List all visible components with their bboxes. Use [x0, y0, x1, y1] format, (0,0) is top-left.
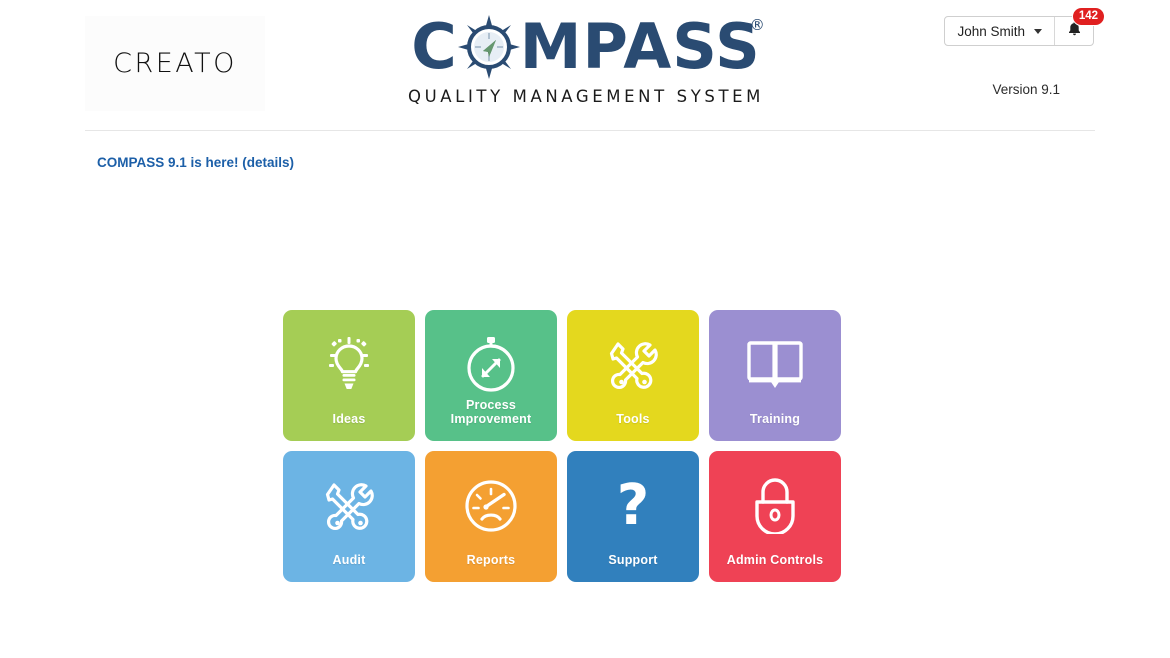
open-book-icon [747, 336, 803, 394]
compass-wordmark: C MPASS ® [411, 10, 765, 83]
gauge-icon [464, 477, 518, 535]
tile-support[interactable]: ? Support [567, 451, 699, 582]
tile-label: Admin Controls [726, 553, 824, 567]
tools-icon [606, 336, 660, 394]
notifications-button[interactable]: 142 [1055, 7, 1105, 45]
tile-ideas[interactable]: Ideas [283, 310, 415, 441]
tile-label: Process Improvement [450, 398, 532, 426]
tile-admin-controls[interactable]: Admin Controls [709, 451, 841, 582]
question-mark-icon: ? [616, 472, 650, 538]
tile-label: Reports [466, 553, 516, 567]
compass-rose-icon [457, 15, 520, 79]
tile-label: Ideas [332, 412, 366, 426]
user-name-label: John Smith [957, 23, 1025, 39]
compass-wordmark-prefix: C [411, 10, 458, 83]
tile-training[interactable]: Training [709, 310, 841, 441]
chevron-down-icon [1034, 28, 1042, 34]
module-tile-grid: Ideas Process Improvement Tools Training… [283, 310, 841, 582]
user-menu-button[interactable]: John Smith [945, 17, 1055, 45]
tile-reports[interactable]: Reports [425, 451, 557, 582]
compass-logo: C MPASS ® QUALITY MANAGEMENT SYSTEM [396, 12, 776, 112]
tile-label: Training [749, 412, 801, 426]
stopwatch-arrow-icon [464, 336, 518, 394]
creato-logo-text: CREATO [113, 48, 237, 79]
tile-audit[interactable]: Audit [283, 451, 415, 582]
tile-label: Tools [616, 412, 650, 426]
padlock-icon [751, 477, 799, 535]
tools-icon [322, 477, 376, 535]
compass-wordmark-suffix: MPASS [519, 10, 761, 83]
user-area: John Smith 142 [944, 7, 1105, 46]
header-divider [85, 130, 1095, 131]
tile-label: Audit [332, 553, 366, 567]
app-page: CREATO C MPASS ® QUALITY MANAGEMENT SYST… [0, 0, 1170, 658]
compass-tagline: QUALITY MANAGEMENT SYSTEM [408, 87, 764, 106]
user-bar: John Smith 142 [944, 7, 1105, 46]
tile-label: Support [608, 553, 658, 567]
registered-mark: ® [749, 16, 765, 34]
creato-logo: CREATO [85, 16, 265, 111]
tile-process-improvement[interactable]: Process Improvement [425, 310, 557, 441]
version-label: Version 9.1 [992, 82, 1060, 97]
lightbulb-icon [323, 336, 375, 394]
notification-badge: 142 [1071, 7, 1105, 27]
page-header: CREATO C MPASS ® QUALITY MANAGEMENT SYST… [0, 0, 1170, 131]
announcement-link[interactable]: COMPASS 9.1 is here! (details) [97, 155, 294, 170]
tile-tools[interactable]: Tools [567, 310, 699, 441]
